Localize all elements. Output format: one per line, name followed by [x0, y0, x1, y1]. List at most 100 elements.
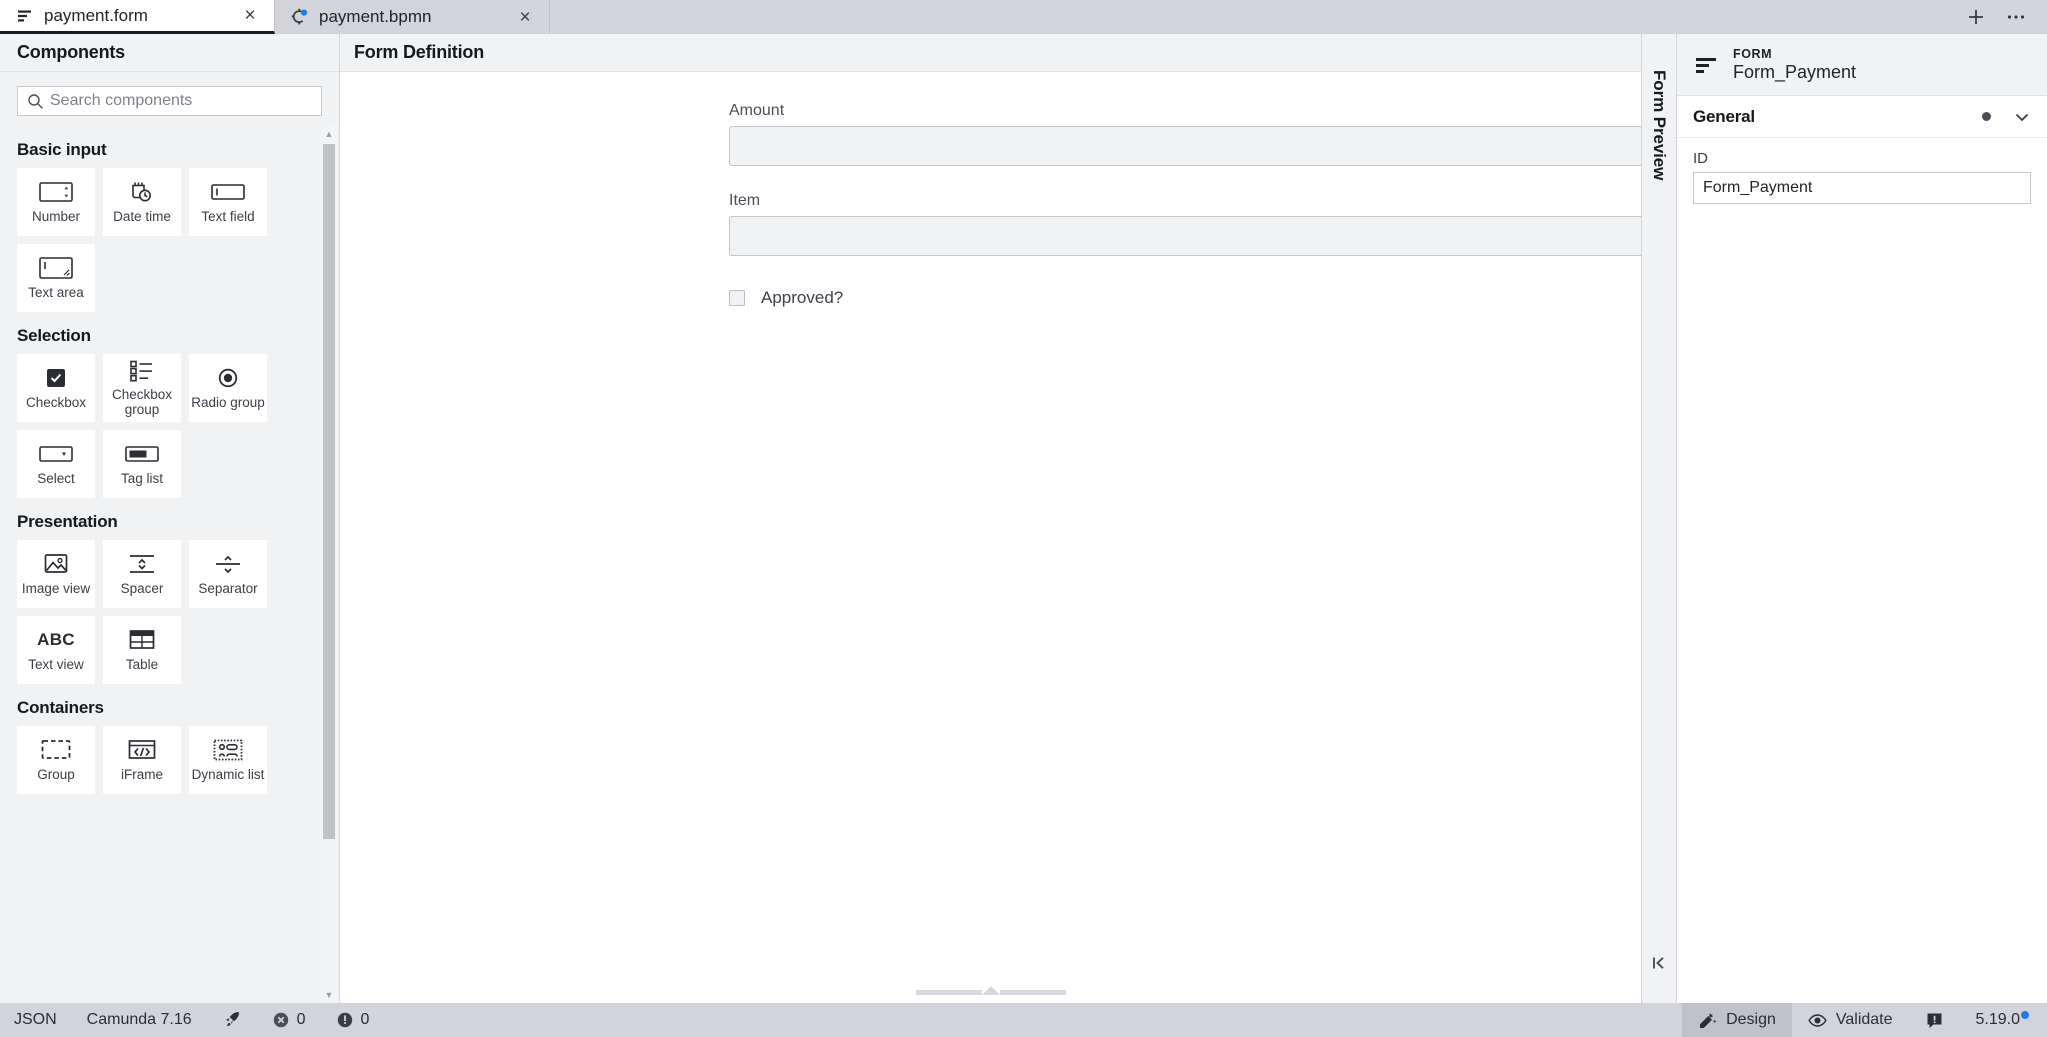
spacer-icon: [128, 551, 156, 577]
palette-item-spacer[interactable]: Spacer: [103, 540, 181, 608]
text-field-icon: [211, 179, 245, 205]
tag-list-icon: [125, 441, 159, 467]
components-palette: Components Basic input Number: [0, 34, 340, 1003]
status-error-count[interactable]: 0: [272, 1011, 320, 1029]
palette-item-checkbox-group[interactable]: Checkbox group: [103, 354, 181, 422]
abc-text-icon: ABC: [37, 630, 75, 650]
form-icon: [16, 7, 34, 25]
palette-item-date-time[interactable]: Date time: [103, 168, 181, 236]
status-bar: JSON Camunda 7.16 0 0 Design Validate 5.…: [0, 1003, 2047, 1037]
amount-number-input[interactable]: [729, 126, 1641, 166]
design-icon: [1698, 1011, 1717, 1030]
approved-checkbox[interactable]: [729, 290, 745, 306]
validate-tab-label: Validate: [1835, 1011, 1893, 1028]
design-tab-button[interactable]: Design: [1682, 1003, 1792, 1037]
palette-item-label: Text field: [201, 209, 255, 225]
palette-item-group[interactable]: Group: [17, 726, 95, 794]
deploy-button[interactable]: [222, 1010, 256, 1030]
image-icon: [44, 551, 68, 577]
tab-payment-bpmn[interactable]: payment.bpmn ×: [275, 0, 550, 34]
dynamic-list-icon: [213, 737, 243, 763]
properties-panel: FORM Form_Payment General ID: [1677, 34, 2047, 1003]
palette-item-label: iFrame: [120, 767, 163, 783]
properties-title: FORM Form_Payment: [1733, 47, 1856, 83]
close-icon[interactable]: ×: [515, 8, 535, 27]
palette-item-dynamic-list[interactable]: Dynamic list: [189, 726, 267, 794]
palette-group-containers: Group iFrame Dynamic list: [17, 726, 307, 794]
search-box[interactable]: [17, 86, 322, 116]
palette-item-text-view[interactable]: ABC Text view: [17, 616, 95, 684]
palette-item-image-view[interactable]: Image view: [17, 540, 95, 608]
code-frame-icon: [128, 737, 156, 763]
palette-group-title: Selection: [17, 326, 91, 345]
form-editor: Form Definition Amount Item Approved?: [340, 34, 1641, 1003]
palette-item-tag-list[interactable]: Tag list: [103, 430, 181, 498]
palette-item-label: Number: [31, 209, 80, 225]
amount-input-box[interactable]: [730, 127, 1641, 165]
field-label: Approved?: [761, 288, 844, 307]
version-indicator[interactable]: 5.19.0: [1960, 1003, 2047, 1037]
palette-item-label: Tag list: [120, 471, 164, 487]
form-preview-label[interactable]: Form Preview: [1649, 70, 1669, 180]
element-kind: FORM: [1733, 46, 1773, 61]
palette-group-presentation: Image view Spacer Separator ABC Text vie…: [17, 540, 307, 684]
id-field-label: ID: [1693, 150, 1708, 167]
tab-bar-actions: [1955, 0, 2047, 34]
eye-icon: [1808, 1011, 1827, 1030]
id-input[interactable]: [1693, 172, 2031, 204]
palette-item-iframe[interactable]: iFrame: [103, 726, 181, 794]
item-text-input[interactable]: [729, 216, 1641, 256]
form-field-item[interactable]: Item: [729, 192, 1641, 256]
checkbox-icon: [45, 365, 67, 391]
properties-header: FORM Form_Payment: [1677, 34, 2047, 96]
palette-item-table[interactable]: Table: [103, 616, 181, 684]
palette-item-label: Select: [37, 471, 75, 487]
palette-item-text-area[interactable]: Text area: [17, 244, 95, 312]
editor-title: Form Definition: [340, 34, 1641, 72]
scroll-down-icon[interactable]: ▼: [321, 987, 337, 1003]
form-field-amount[interactable]: Amount: [729, 102, 1641, 166]
palette-item-select[interactable]: Select: [17, 430, 95, 498]
table-icon: [129, 627, 155, 653]
tab-label: payment.form: [44, 5, 148, 25]
new-tab-icon[interactable]: [1965, 6, 1987, 28]
number-input-icon: [39, 179, 73, 205]
form-field-approved[interactable]: Approved?: [729, 288, 1641, 308]
palette-item-separator[interactable]: Separator: [189, 540, 267, 608]
canvas-resize-handle[interactable]: [340, 986, 1641, 995]
close-icon[interactable]: ×: [240, 6, 260, 25]
version-label: 5.19.0: [1975, 1011, 2020, 1028]
palette-title: Components: [0, 34, 339, 72]
status-format[interactable]: JSON: [14, 1011, 71, 1029]
properties-group-general-header[interactable]: General: [1677, 96, 2047, 138]
validate-tab-button[interactable]: Validate: [1792, 1003, 1909, 1037]
palette-group-basic-input: Number Date time Text field Text area: [17, 168, 307, 312]
palette-item-radio-group[interactable]: Radio group: [189, 354, 267, 422]
group-title: General: [1693, 106, 1755, 126]
palette-item-label: Checkbox: [25, 395, 87, 411]
palette-item-checkbox[interactable]: Checkbox: [17, 354, 95, 422]
search-input[interactable]: [50, 92, 321, 110]
resize-triangle-icon: [981, 986, 1000, 995]
palette-item-label: Radio group: [191, 395, 265, 411]
tab-payment-form[interactable]: payment.form ×: [0, 0, 275, 34]
status-warning-count[interactable]: 0: [336, 1011, 384, 1029]
palette-scrollbar[interactable]: ▲ ▼: [321, 126, 337, 1003]
chevron-down-icon[interactable]: [2013, 108, 2031, 126]
scrollbar-thumb[interactable]: [323, 144, 335, 839]
feedback-button[interactable]: [1909, 1003, 1960, 1037]
form-canvas[interactable]: Amount Item Approved?: [340, 72, 1641, 1003]
palette-item-label: Dynamic list: [191, 767, 265, 783]
collapse-left-icon[interactable]: [1645, 949, 1673, 977]
more-options-icon[interactable]: [2005, 6, 2027, 28]
palette-item-text-field[interactable]: Text field: [189, 168, 267, 236]
palette-item-number[interactable]: Number: [17, 168, 95, 236]
form-preview-rail[interactable]: Form Preview: [1641, 34, 1677, 1003]
rocket-icon: [222, 1010, 242, 1030]
status-engine-version[interactable]: Camunda 7.16: [87, 1011, 206, 1029]
palette-item-label: Date time: [113, 209, 171, 225]
scroll-up-icon[interactable]: ▲: [321, 126, 337, 142]
error-count: 0: [296, 1011, 306, 1028]
palette-group-selection: Checkbox Checkbox group Radio group Sele…: [17, 354, 307, 498]
feedback-icon: [1925, 1011, 1944, 1030]
